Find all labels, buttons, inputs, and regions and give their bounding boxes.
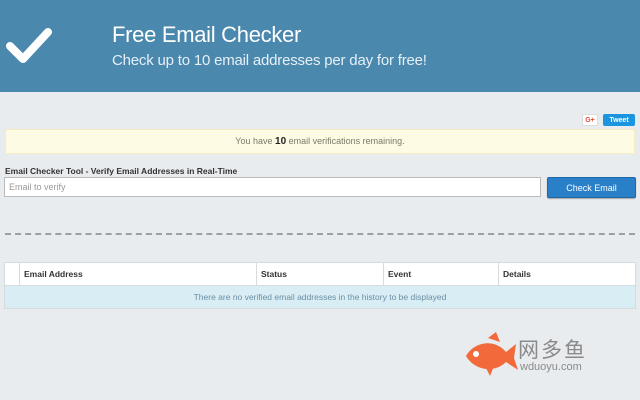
- remaining-count: 10: [275, 136, 287, 147]
- column-header-select: [5, 263, 20, 285]
- checkmark-icon: [6, 28, 52, 63]
- section-divider: [5, 233, 635, 235]
- google-plus-share-button[interactable]: G+: [582, 114, 598, 126]
- notice-suffix: email verifications remaining.: [286, 136, 405, 146]
- fish-logo-icon: [466, 332, 518, 376]
- watermark: 网多鱼 wduoyu.com: [460, 330, 600, 380]
- email-input[interactable]: [4, 177, 541, 197]
- table-header: Email Address Status Event Details: [5, 263, 635, 286]
- page-title: Free Email Checker: [112, 22, 301, 47]
- remaining-verifications-notice: You have 10 email verifications remainin…: [5, 129, 635, 154]
- app-header: Free Email Checker Check up to 10 email …: [0, 0, 640, 92]
- column-header-details[interactable]: Details: [499, 263, 635, 285]
- tweet-button-label: Tweet: [609, 116, 629, 124]
- watermark-brand: 网多鱼: [518, 338, 587, 362]
- notice-prefix: You have: [235, 136, 276, 146]
- page-subtitle: Check up to 10 email addresses per day f…: [112, 52, 427, 69]
- tweet-button[interactable]: Tweet: [603, 114, 635, 126]
- empty-table-message: There are no verified email addresses in…: [5, 286, 635, 308]
- watermark-url: wduoyu.com: [520, 361, 582, 373]
- column-header-event[interactable]: Event: [384, 263, 499, 285]
- check-email-button[interactable]: Check Email: [547, 177, 636, 198]
- column-header-email[interactable]: Email Address: [20, 263, 257, 285]
- column-header-status[interactable]: Status: [257, 263, 384, 285]
- tool-label: Email Checker Tool - Verify Email Addres…: [5, 166, 238, 176]
- history-table: Email Address Status Event Details There…: [4, 262, 636, 309]
